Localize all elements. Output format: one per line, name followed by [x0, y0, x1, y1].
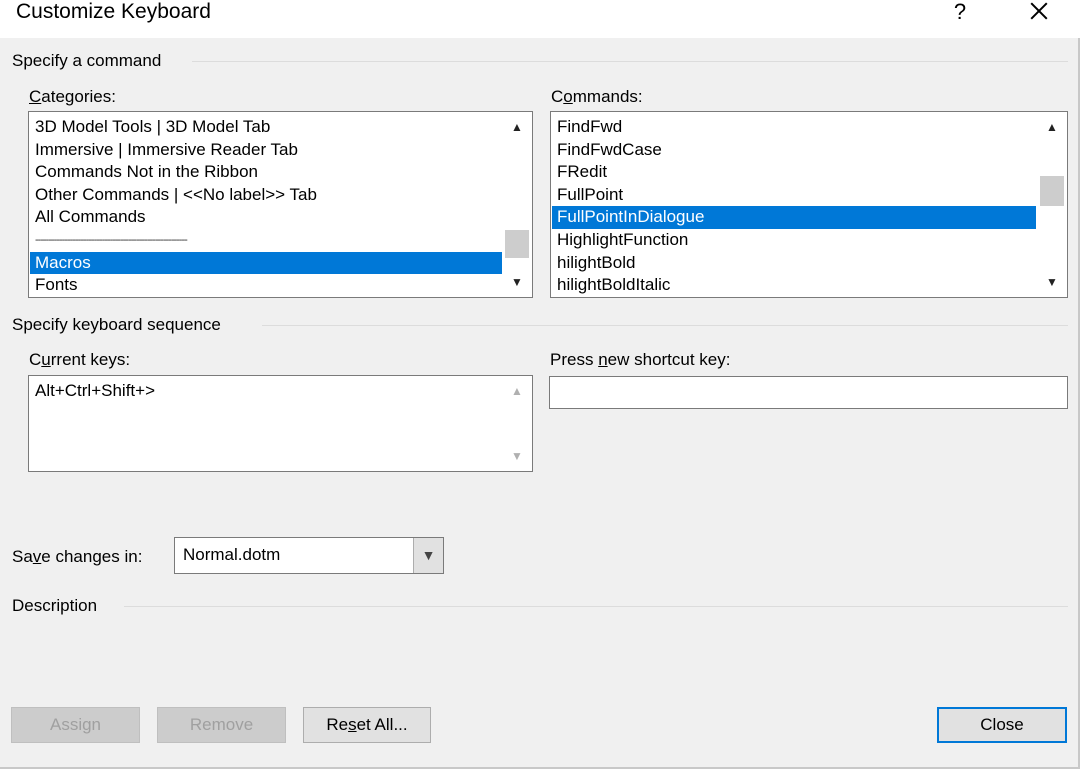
scroll-down-icon[interactable]: ▼: [502, 271, 532, 293]
categories-list: 3D Model Tools | 3D Model Tab Immersive …: [30, 116, 502, 297]
current-keys-label: Current keys:: [29, 350, 131, 369]
chevron-down-icon[interactable]: ▼: [413, 538, 443, 573]
scroll-thumb[interactable]: [505, 230, 529, 258]
list-item[interactable]: 3D Model Tools | 3D Model Tab: [30, 116, 502, 139]
list-item[interactable]: FRedit: [552, 161, 1036, 184]
new-shortcut-label: Press new shortcut key:: [550, 350, 731, 369]
scroll-thumb[interactable]: [1040, 176, 1064, 206]
scroll-up-icon[interactable]: ▲: [1037, 116, 1067, 138]
list-item-selected[interactable]: FullPointInDialogue: [552, 206, 1036, 229]
commands-scrollbar[interactable]: ▲ ▼: [1037, 112, 1067, 297]
current-keys-scrollbar: ▲ ▼: [502, 376, 532, 471]
scroll-down-icon: ▼: [511, 449, 523, 463]
list-item[interactable]: FindFwdCase: [552, 139, 1036, 162]
list-item[interactable]: Commands Not in the Ribbon: [30, 161, 502, 184]
categories-label: Categories:: [29, 87, 116, 106]
commands-label: Commands:: [551, 87, 643, 106]
categories-listbox[interactable]: 3D Model Tools | 3D Model Tab Immersive …: [28, 111, 533, 298]
save-changes-dropdown[interactable]: Normal.dotm ▼: [174, 537, 444, 574]
scroll-up-icon[interactable]: ▲: [502, 116, 532, 138]
list-item[interactable]: All Commands: [30, 206, 502, 229]
list-item[interactable]: hilightBoldItalic: [552, 274, 1036, 297]
group-divider: [192, 61, 1068, 62]
scroll-up-icon: ▲: [511, 384, 523, 398]
keyboard-sequence-heading: Specify keyboard sequence: [12, 315, 221, 334]
list-item[interactable]: Other Commands | <<No label>> Tab: [30, 184, 502, 207]
group-divider: [124, 606, 1068, 607]
list-item[interactable]: HighlightFunction: [552, 229, 1036, 252]
description-heading: Description: [12, 596, 98, 615]
list-item[interactable]: Immersive | Immersive Reader Tab: [30, 139, 502, 162]
list-item[interactable]: FullPoint: [552, 184, 1036, 207]
save-changes-label: Save changes in:: [12, 547, 143, 566]
dialog-title: Customize Keyboard: [16, 0, 211, 23]
current-keys-listbox[interactable]: Alt+Ctrl+Shift+> ▲ ▼: [28, 375, 533, 472]
scroll-down-icon[interactable]: ▼: [1037, 271, 1067, 293]
commands-list: FindFwd FindFwdCase FRedit FullPoint Ful…: [552, 116, 1036, 297]
help-button[interactable]: ?: [950, 0, 970, 24]
current-key-item[interactable]: Alt+Ctrl+Shift+>: [30, 380, 155, 403]
group-divider: [262, 325, 1068, 326]
commands-listbox[interactable]: FindFwd FindFwdCase FRedit FullPoint Ful…: [550, 111, 1068, 298]
specify-command-heading: Specify a command: [12, 51, 162, 70]
list-separator: ----------------------------------------…: [35, 233, 188, 246]
close-icon[interactable]: [1025, 0, 1053, 24]
assign-button[interactable]: Assign: [11, 707, 140, 743]
new-shortcut-input[interactable]: [549, 376, 1068, 409]
close-button[interactable]: Close: [937, 707, 1067, 743]
title-bar: Customize Keyboard ?: [0, 0, 1080, 38]
list-item[interactable]: hilightBold: [552, 252, 1036, 275]
remove-button[interactable]: Remove: [157, 707, 286, 743]
save-changes-value: Normal.dotm: [183, 545, 281, 564]
list-item[interactable]: Fonts: [30, 274, 502, 297]
list-item[interactable]: FindFwd: [552, 116, 1036, 139]
categories-scrollbar[interactable]: ▲ ▼: [502, 112, 532, 297]
list-item-selected[interactable]: Macros: [30, 251, 502, 275]
reset-all-button[interactable]: Reset All...: [303, 707, 431, 743]
